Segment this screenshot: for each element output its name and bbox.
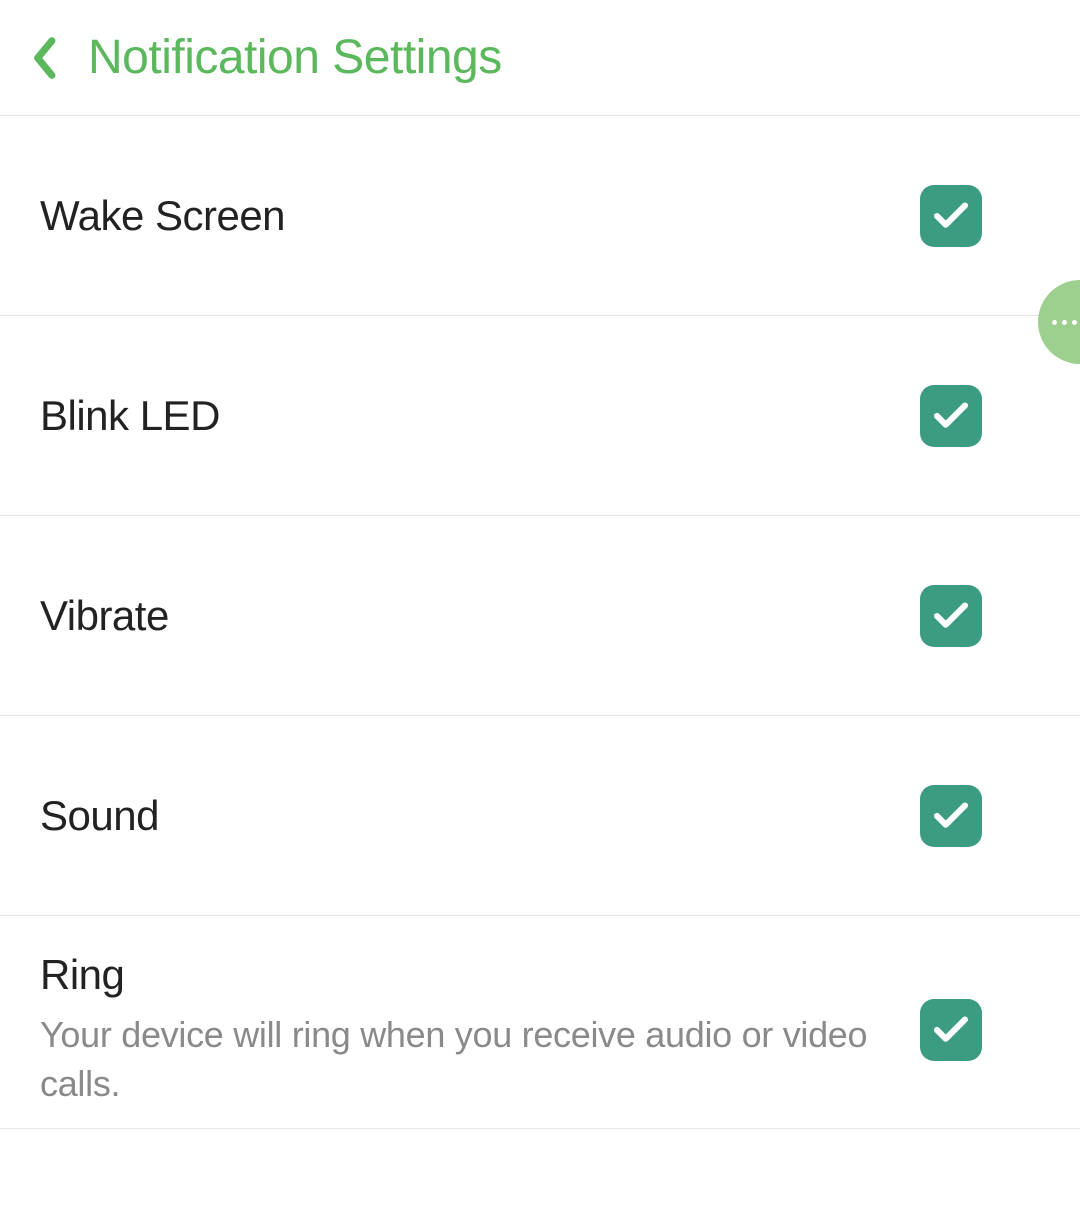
setting-text: Sound: [40, 792, 920, 840]
setting-label: Ring: [40, 951, 890, 999]
setting-subtitle: Your device will ring when you receive a…: [40, 1011, 890, 1108]
setting-label: Wake Screen: [40, 192, 890, 240]
check-icon: [930, 795, 972, 837]
checkbox-wake-screen[interactable]: [920, 185, 982, 247]
setting-row-sound[interactable]: Sound: [0, 716, 1080, 916]
setting-text: Vibrate: [40, 592, 920, 640]
checkbox-blink-led[interactable]: [920, 385, 982, 447]
settings-list: Wake Screen Blink LED Vibrate So: [0, 115, 1080, 1129]
check-icon: [930, 395, 972, 437]
checkbox-sound[interactable]: [920, 785, 982, 847]
check-icon: [930, 595, 972, 637]
back-button[interactable]: [30, 36, 58, 80]
chevron-left-icon: [30, 36, 58, 80]
setting-row-wake-screen[interactable]: Wake Screen: [0, 116, 1080, 316]
setting-row-blink-led[interactable]: Blink LED: [0, 316, 1080, 516]
setting-text: Ring Your device will ring when you rece…: [40, 951, 920, 1108]
check-icon: [930, 195, 972, 237]
checkbox-ring[interactable]: [920, 999, 982, 1061]
page-header: Notification Settings: [0, 0, 1080, 115]
checkbox-vibrate[interactable]: [920, 585, 982, 647]
setting-text: Blink LED: [40, 392, 920, 440]
setting-label: Sound: [40, 792, 890, 840]
more-dots-icon: [1052, 320, 1077, 325]
setting-row-vibrate[interactable]: Vibrate: [0, 516, 1080, 716]
setting-row-ring[interactable]: Ring Your device will ring when you rece…: [0, 916, 1080, 1129]
page-title: Notification Settings: [88, 30, 502, 85]
check-icon: [930, 1009, 972, 1051]
setting-text: Wake Screen: [40, 192, 920, 240]
setting-label: Vibrate: [40, 592, 890, 640]
setting-label: Blink LED: [40, 392, 890, 440]
